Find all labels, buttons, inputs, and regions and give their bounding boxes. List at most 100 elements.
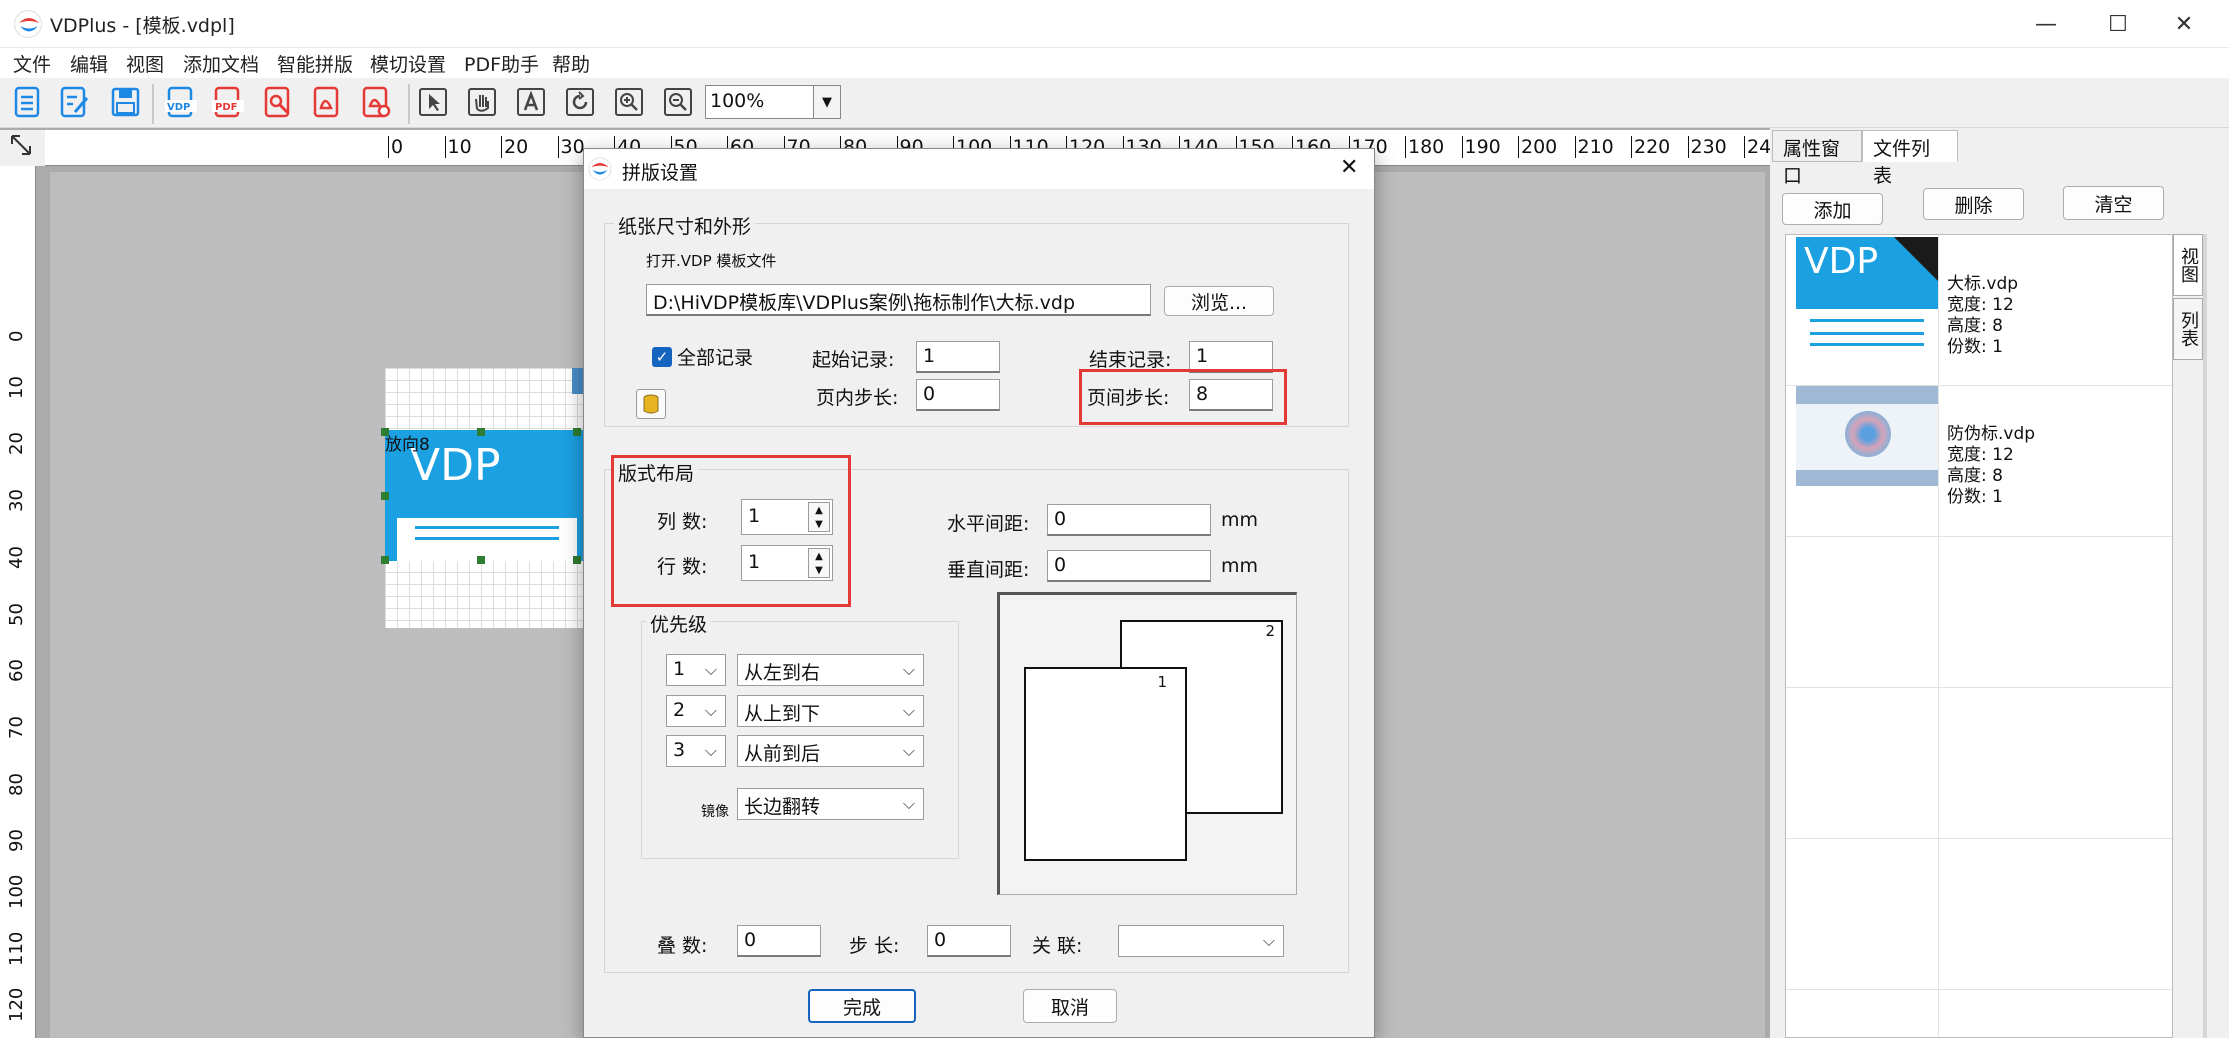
link-label: 关 联:	[1032, 935, 1083, 957]
menu-file[interactable]: 文件	[13, 50, 51, 77]
selection-handle[interactable]	[573, 428, 581, 436]
menu-help[interactable]: 帮助	[552, 50, 590, 77]
file-list[interactable]: VDP 大标.vdp 宽度: 12 高度: 8 份数: 1 防伪标.vdp 宽度…	[1785, 234, 2173, 1038]
menu-edit[interactable]: 编辑	[70, 50, 108, 77]
vdp-icon[interactable]: VDP	[162, 83, 200, 121]
file-list-item[interactable]: 防伪标.vdp 宽度: 12 高度: 8 份数: 1	[1786, 386, 2172, 537]
horizontal-gap-field[interactable]: 0	[1047, 504, 1211, 536]
page-sheet[interactable]: VDP 放向8	[381, 368, 585, 628]
menu-add-document[interactable]: 添加文档	[183, 50, 259, 77]
chevron-down-icon: ⌵	[1262, 931, 1275, 950]
selection-handle[interactable]	[477, 428, 485, 436]
chevron-down-icon: ⌵	[902, 741, 915, 760]
priority-number: 2	[673, 699, 686, 721]
priority-1-direction-select[interactable]: 从左到右 ⌵	[737, 654, 924, 686]
zoom-out-icon[interactable]	[659, 83, 697, 121]
ruler-tick-label: 220	[1631, 136, 1670, 158]
all-records-checkbox[interactable]: ✓	[652, 347, 672, 367]
preview-sheet-number: 1	[1157, 673, 1167, 691]
hand-icon[interactable]	[463, 83, 501, 121]
file-list-item[interactable]: VDP 大标.vdp 宽度: 12 高度: 8 份数: 1	[1786, 235, 2172, 386]
selection-handle[interactable]	[381, 556, 389, 564]
stack-count-label: 叠 数:	[657, 935, 708, 957]
preview-sheet-1: 1	[1024, 667, 1187, 861]
priority-2-direction-select[interactable]: 从上到下 ⌵	[737, 695, 924, 727]
menu-die-cut-settings[interactable]: 模切设置	[370, 50, 446, 77]
zoom-in-icon[interactable]	[610, 83, 648, 121]
priority-number: 1	[673, 658, 686, 680]
file-copies: 份数: 1	[1947, 487, 2003, 507]
pointer-icon[interactable]	[414, 83, 452, 121]
preview-sheet-number: 2	[1265, 622, 1275, 640]
mirror-select[interactable]: 长边翻转 ⌵	[737, 788, 924, 820]
file-list-item	[1786, 688, 2172, 839]
toolbar-separator	[408, 84, 410, 124]
selection-handle[interactable]	[477, 556, 485, 564]
ruler-tick-label: 70	[6, 715, 27, 739]
tab-file-list[interactable]: 文件列表	[1862, 130, 1958, 187]
stack-count-field[interactable]: 0	[737, 925, 821, 957]
panel-scrollbar[interactable]	[2203, 234, 2207, 1038]
mirror-label: 镜像	[701, 804, 729, 820]
priority-1-number-select[interactable]: 1 ⌵	[666, 654, 726, 686]
inner-step-label: 页内步长:	[816, 387, 899, 409]
imposition-settings-dialog: 拼版设置 ✕ 纸张尺寸和外形 打开.VDP 模板文件 D:\HiVDP模板库\V…	[583, 148, 1375, 1038]
ruler-corner	[0, 130, 45, 166]
app-logo-icon	[14, 10, 42, 38]
chevron-down-icon[interactable]: ▼	[813, 85, 841, 119]
tab-properties[interactable]: 属性窗口	[1772, 130, 1862, 187]
cancel-button[interactable]: 取消	[1023, 989, 1117, 1023]
label-body	[397, 518, 577, 561]
chevron-down-icon: ⌵	[902, 701, 915, 720]
ruler-tick-label: 80	[6, 772, 27, 796]
selection-handle[interactable]	[381, 428, 389, 436]
delete-file-button[interactable]: 删除	[1923, 188, 2024, 220]
pdf-search-icon[interactable]	[259, 83, 297, 121]
dialog-close-button[interactable]: ✕	[1340, 155, 1358, 180]
database-icon[interactable]	[636, 389, 666, 419]
ruler-tick-label: 180	[1405, 136, 1444, 158]
priority-direction: 从前到后	[744, 743, 821, 765]
side-tab-list[interactable]: 列表	[2173, 298, 2203, 360]
maximize-button[interactable]: ☐	[2082, 0, 2154, 48]
edit-doc-icon[interactable]	[55, 83, 93, 121]
priority-2-number-select[interactable]: 2 ⌵	[666, 695, 726, 727]
start-record-field[interactable]: 1	[916, 341, 1000, 373]
svg-text:PDF: PDF	[215, 102, 237, 113]
inner-step-field[interactable]: 0	[916, 379, 1000, 411]
menu-smart-imposition[interactable]: 智能拼版	[277, 50, 353, 77]
add-file-button[interactable]: 添加	[1782, 193, 1883, 225]
template-path-field[interactable]: D:\HiVDP模板库\VDPlus案例\拖标制作\大标.vdp	[646, 284, 1151, 316]
minimize-button[interactable]: —	[2010, 0, 2082, 48]
step-field[interactable]: 0	[927, 925, 1011, 957]
menu-view[interactable]: 视图	[126, 50, 164, 77]
chevron-down-icon: ⌵	[704, 660, 717, 679]
start-record-label: 起始记录:	[812, 349, 895, 371]
ruler-tick-label: 40	[6, 545, 27, 569]
priority-3-direction-select[interactable]: 从前到后 ⌵	[737, 735, 924, 767]
browse-button[interactable]: 浏览...	[1164, 286, 1274, 316]
selection-handle[interactable]	[381, 492, 389, 500]
ruler-tick-label: 30	[557, 136, 585, 158]
finish-button[interactable]: 完成	[808, 989, 916, 1023]
new-doc-icon[interactable]	[8, 83, 46, 121]
pdf-export-icon[interactable]	[308, 83, 346, 121]
text-tool-icon[interactable]	[512, 83, 550, 121]
pdf-settings-icon[interactable]	[357, 83, 395, 121]
priority-3-number-select[interactable]: 3 ⌵	[666, 735, 726, 767]
priority-direction: 从左到右	[744, 662, 821, 684]
close-window-button[interactable]: ✕	[2148, 0, 2220, 48]
file-list-item	[1786, 839, 2172, 990]
clear-files-button[interactable]: 清空	[2063, 186, 2164, 220]
rotate-icon[interactable]	[561, 83, 599, 121]
save-icon[interactable]	[106, 83, 144, 121]
vertical-gap-field[interactable]: 0	[1047, 550, 1211, 582]
thumbnail-body	[1796, 309, 1938, 381]
ruler-tick-label: 90	[6, 829, 27, 853]
title-bar	[0, 0, 2229, 48]
selection-handle[interactable]	[573, 556, 581, 564]
menu-pdf-assistant[interactable]: PDF助手	[464, 50, 539, 77]
link-select[interactable]: ⌵	[1118, 925, 1284, 957]
side-tab-view[interactable]: 视图	[2173, 234, 2203, 296]
pdf-icon[interactable]: PDF	[209, 83, 247, 121]
